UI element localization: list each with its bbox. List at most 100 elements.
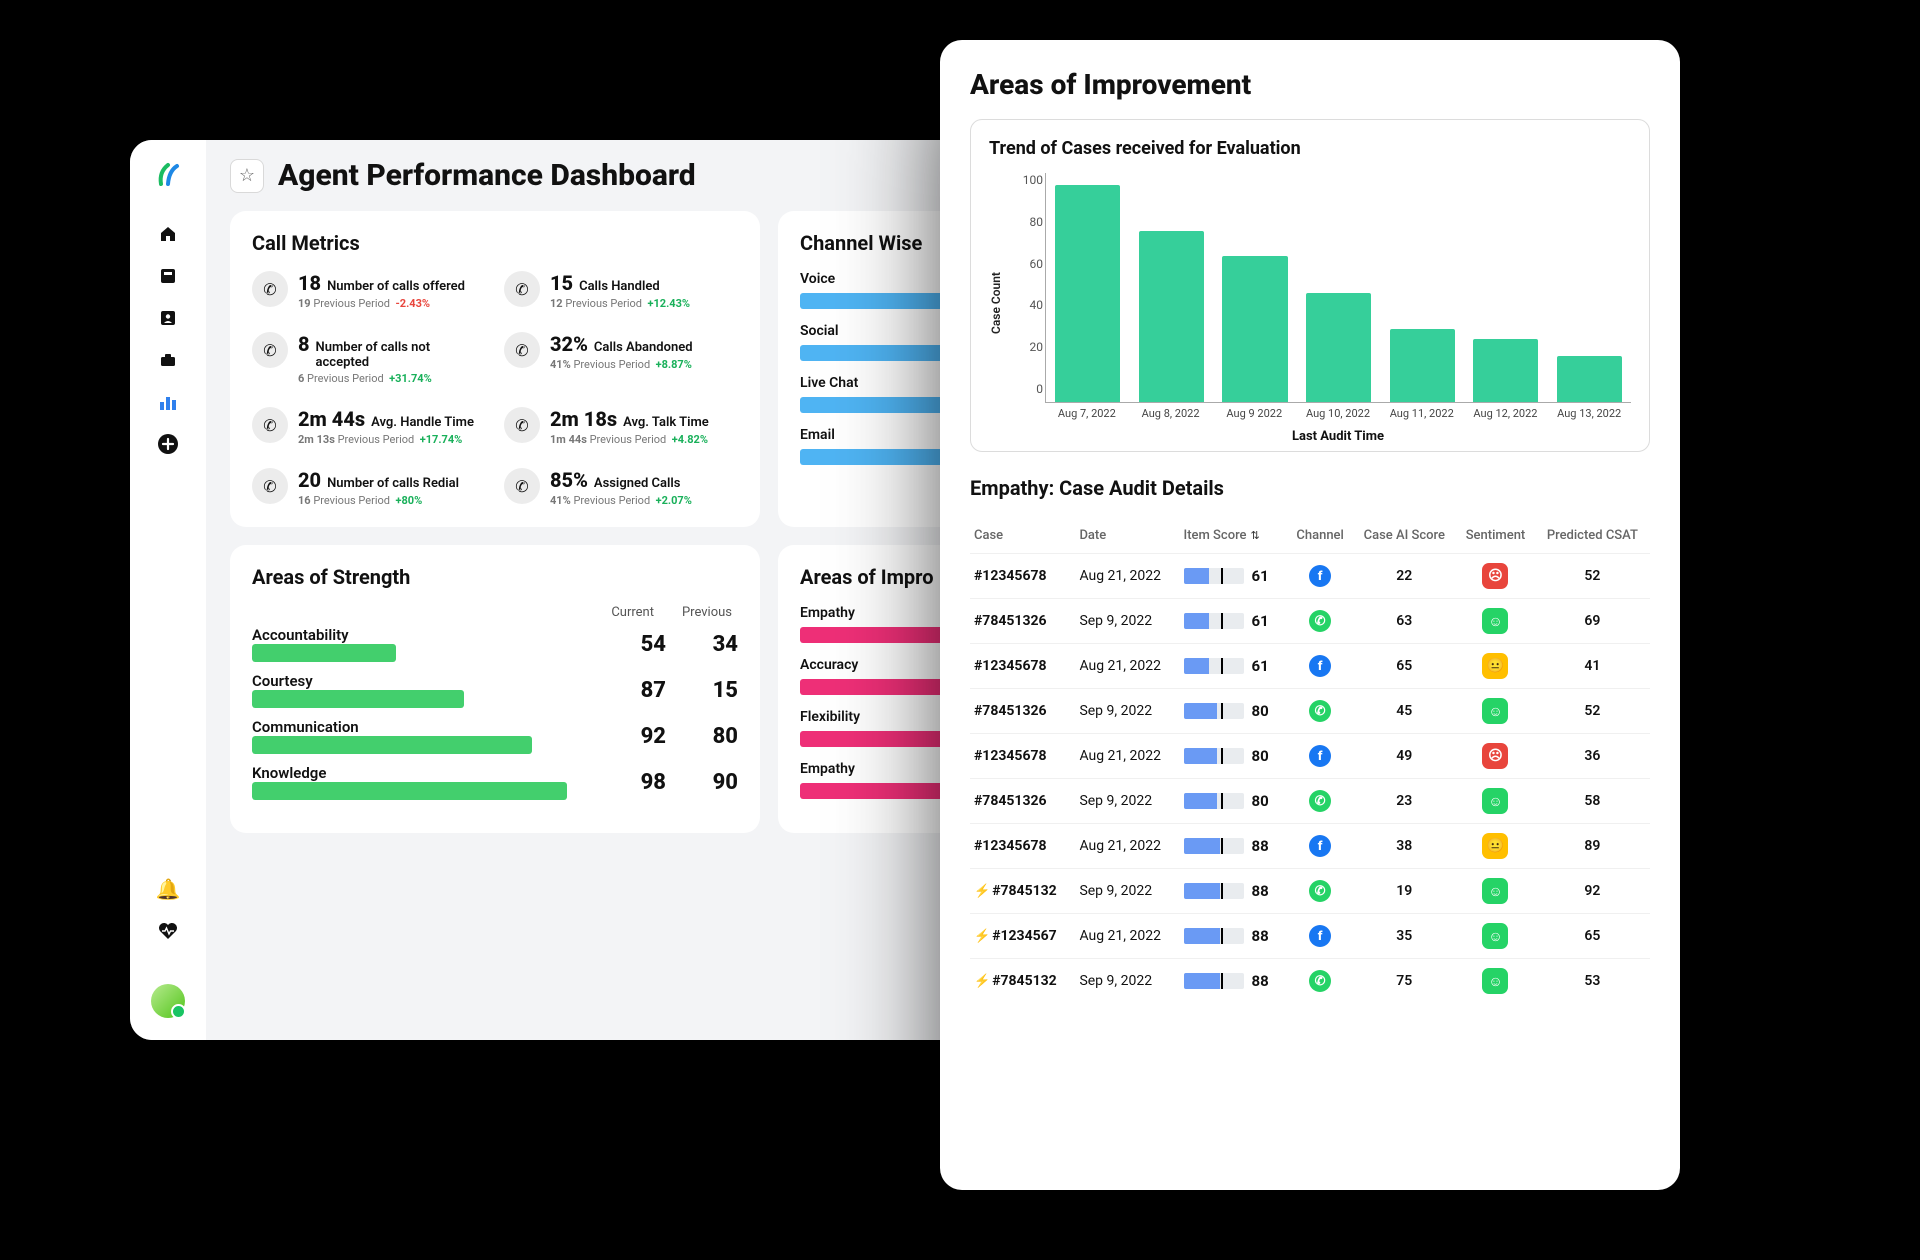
case-channel: ✆ [1288,779,1352,824]
table-row[interactable]: #78451326Sep 9, 202280✆45☺52 [970,689,1650,734]
phone-in-icon: ✆ [252,271,288,307]
bell-icon[interactable]: 🔔 [153,874,183,904]
metric-item: ✆20Number of calls Redial16 Previous Per… [252,468,486,507]
lightning-icon: ⚡ [974,974,990,989]
strength-bar [252,736,532,754]
table-row[interactable]: #12345678Aug 21, 202261f22☹52 [970,554,1650,599]
case-date: Aug 21, 2022 [1075,824,1179,869]
metric-item: ✆8Number of calls not accepted6 Previous… [252,332,486,385]
sentiment-badge: ☺ [1482,608,1508,634]
x-tick: Aug 7, 2022 [1045,407,1129,420]
case-ai-score: 65 [1352,644,1456,689]
metric-sub: 16 Previous Period +80% [298,494,459,507]
metric-value: 32% [550,332,588,356]
whatsapp-icon: ✆ [1309,970,1331,992]
sentiment-badge: 😐 [1482,833,1508,859]
sort-icon[interactable]: ⇅ [1251,529,1260,542]
table-row[interactable]: #78451326Sep 9, 202280✆23☺58 [970,779,1650,824]
predicted-csat: 36 [1535,734,1650,779]
strength-current: 92 [606,724,666,749]
trend-bar-chart: Case Count 020406080100 Aug 7, 2022Aug 8… [989,173,1631,433]
sentiment-badge: ☺ [1482,923,1508,949]
table-row[interactable]: ⚡#1234567Aug 21, 202288f35☺65 [970,914,1650,959]
predicted-csat: 41 [1535,644,1650,689]
case-date: Sep 9, 2022 [1075,689,1179,734]
case-channel: f [1288,824,1352,869]
x-tick: Aug 12, 2022 [1464,407,1548,420]
sentiment-badge: ☺ [1482,968,1508,994]
strength-bar [252,782,567,800]
table-header[interactable]: Case [970,518,1075,554]
whatsapp-icon: ✆ [1309,880,1331,902]
metric-label: Assigned Calls [594,476,681,491]
x-tick: Aug 11, 2022 [1380,407,1464,420]
table-row[interactable]: #78451326Sep 9, 202261✆63☺69 [970,599,1650,644]
case-id: ⚡#7845132 [970,959,1075,1004]
y-tick: 80 [1003,215,1043,229]
case-ai-score: 35 [1352,914,1456,959]
table-header[interactable]: Channel [1288,518,1352,554]
case-ai-score: 22 [1352,554,1456,599]
home-icon[interactable] [153,219,183,249]
case-date: Aug 21, 2022 [1075,734,1179,779]
table-row[interactable]: ⚡#7845132Sep 9, 202288✆19☺92 [970,869,1650,914]
strength-current: 98 [606,770,666,795]
template-icon[interactable] [153,261,183,291]
table-row[interactable]: #12345678Aug 21, 202288f38😐89 [970,824,1650,869]
whatsapp-icon: ✆ [1309,790,1331,812]
improvement-detail-window: Areas of Improvement Trend of Cases rece… [940,40,1680,1190]
briefcase-icon[interactable] [153,345,183,375]
facebook-icon: f [1309,835,1331,857]
metric-value: 18 [298,271,321,295]
x-tick: Aug 10, 2022 [1296,407,1380,420]
predicted-csat: 52 [1535,554,1650,599]
metric-item: ✆2m 18sAvg. Talk Time1m 44s Previous Per… [504,407,738,446]
sentiment-badge: 😐 [1482,653,1508,679]
table-row[interactable]: ⚡#7845132Sep 9, 202288✆75☺53 [970,959,1650,1004]
chart-title: Trend of Cases received for Evaluation [989,138,1631,159]
sidebar: 🔔 [130,140,206,1040]
table-header[interactable]: Item Score⇅ [1180,518,1288,554]
bar-chart-icon[interactable] [153,387,183,417]
item-score: 61 [1180,644,1288,689]
metric-sub: 19 Previous Period -2.43% [298,297,465,310]
redial-icon: ✆ [252,468,288,504]
heart-monitor-icon[interactable] [153,916,183,946]
table-header[interactable]: Date [1075,518,1179,554]
facebook-icon: f [1309,925,1331,947]
contacts-icon[interactable] [153,303,183,333]
strength-label: Knowledge [252,764,392,782]
table-header[interactable]: Sentiment [1456,518,1535,554]
metric-value: 2m 18s [550,407,617,431]
chart-ylabel: Case Count [989,173,1003,433]
lightning-icon: ⚡ [974,884,990,899]
chart-bar [1297,293,1381,402]
assign-icon: ✆ [504,468,540,504]
table-row[interactable]: #12345678Aug 21, 202280f49☹36 [970,734,1650,779]
add-icon[interactable] [153,429,183,459]
avatar[interactable] [151,984,185,1018]
sentiment-badge: ☹ [1482,743,1508,769]
strength-previous: 15 [678,678,738,703]
strength-current: 87 [606,678,666,703]
metric-sub: 41% Previous Period +8.87% [550,358,693,371]
metric-label: Calls Handled [579,279,660,294]
table-header[interactable]: Case AI Score [1352,518,1456,554]
case-id: #12345678 [970,644,1075,689]
case-ai-score: 63 [1352,599,1456,644]
strength-previous: 90 [678,770,738,795]
phone-in-icon: ✆ [504,407,540,443]
favorite-button[interactable]: ☆ [230,159,264,193]
metric-label: Calls Abandoned [594,340,693,355]
case-channel: ✆ [1288,599,1352,644]
y-tick: 60 [1003,257,1043,271]
chart-bar [1130,231,1214,402]
case-date: Sep 9, 2022 [1075,869,1179,914]
item-score: 88 [1180,914,1288,959]
table-header[interactable]: Predicted CSAT [1535,518,1650,554]
case-sentiment: 😐 [1456,824,1535,869]
item-score: 88 [1180,959,1288,1004]
predicted-csat: 53 [1535,959,1650,1004]
table-row[interactable]: #12345678Aug 21, 202261f65😐41 [970,644,1650,689]
strength-row: Accountability5434 [252,626,738,662]
